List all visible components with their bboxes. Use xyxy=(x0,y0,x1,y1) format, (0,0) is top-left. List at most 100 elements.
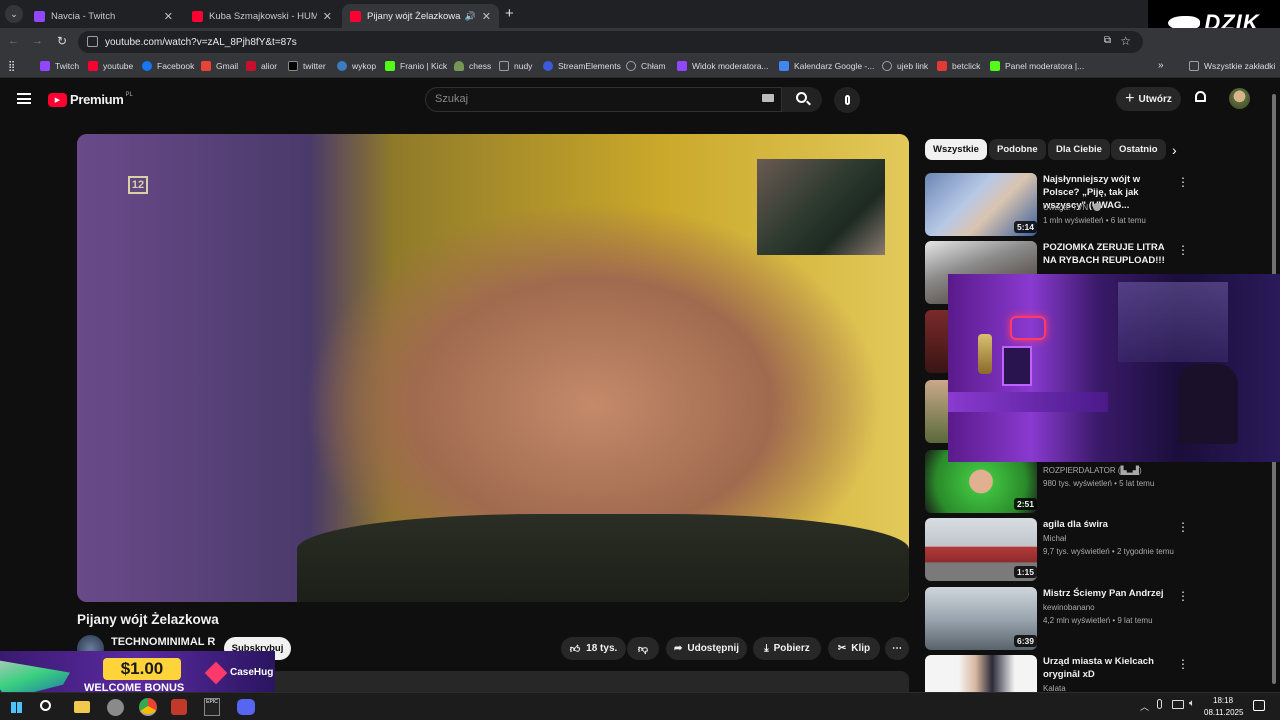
volume-icon[interactable]: 🔈︎ xyxy=(1189,698,1195,709)
bookmark-streamelements[interactable]: StreamElements xyxy=(543,61,621,71)
clock-date[interactable]: 08.11.2025 xyxy=(1204,708,1243,717)
bookmark-chess[interactable]: chess xyxy=(454,61,491,71)
list-item[interactable]: Urząd miasta w Kielcach orygināl xD Kala… xyxy=(925,655,1185,692)
x-icon xyxy=(288,61,298,71)
chip-wszystkie[interactable]: Wszystkie xyxy=(925,139,987,160)
youtube-logo[interactable]: ▶ Premium PL xyxy=(48,92,133,107)
bookmark-kalendarz[interactable]: Kalendarz Google -... xyxy=(779,61,874,71)
tab-humble[interactable]: Kuba Szmajkowski - HUMBLE ( ✕ xyxy=(184,4,340,28)
keyboard-icon[interactable] xyxy=(762,94,774,102)
epic-games-icon[interactable]: EPIC xyxy=(204,698,220,716)
list-item[interactable]: 1:15 agila dla świra Michał 9,7 tys. wyś… xyxy=(925,518,1189,582)
video-player[interactable]: 12 xyxy=(77,134,909,602)
bookmark-chlam[interactable]: Chłam xyxy=(626,61,666,71)
chip-dla-ciebie[interactable]: Dla Ciebie xyxy=(1048,139,1110,160)
like-button[interactable]: 👍︎ 18 tys. xyxy=(561,637,626,660)
avatar[interactable] xyxy=(1229,88,1250,109)
file-explorer-icon[interactable] xyxy=(74,701,90,713)
menu-icon[interactable] xyxy=(17,93,31,104)
more-vert-icon[interactable]: ⋮ xyxy=(1177,520,1189,534)
duration-badge: 5:14 xyxy=(1014,221,1038,233)
bookmark-gmail[interactable]: Gmail xyxy=(201,61,238,71)
more-vert-icon[interactable]: ⋮ xyxy=(1177,175,1189,189)
thumbs-down-icon: 👎︎ xyxy=(637,643,649,655)
bookmark-wykop[interactable]: wykop xyxy=(337,61,376,71)
forward-icon[interactable]: → xyxy=(32,35,43,47)
chevron-right-icon[interactable]: › xyxy=(1172,142,1177,158)
tab-pijany-wojt[interactable]: Pijany wójt Żelazkowa - You 🔊 ✕ xyxy=(342,4,499,28)
bookmark-alior[interactable]: alior xyxy=(246,61,277,71)
video-thumbnail[interactable] xyxy=(925,380,949,443)
download-button[interactable]: ⤓ Pobierz xyxy=(753,637,821,660)
more-actions-button[interactable]: ⋯ xyxy=(885,637,909,660)
search-icon[interactable] xyxy=(40,700,51,711)
chevron-up-icon[interactable]: ︿ xyxy=(1140,700,1149,713)
list-item[interactable]: 6:39 Mistrz Ściemy Pan Andrzej kewinoban… xyxy=(925,587,1189,651)
share-button[interactable]: ➦ Udostępnij xyxy=(666,637,747,660)
chrome-icon[interactable] xyxy=(139,698,157,716)
youtube-play-icon: ▶ xyxy=(48,92,67,107)
bookmark-ujeb-link[interactable]: ujeb link xyxy=(882,61,928,71)
more-bookmarks-icon[interactable]: » xyxy=(1158,60,1164,71)
microphone-icon[interactable] xyxy=(1157,699,1162,709)
reload-icon[interactable]: ↻ xyxy=(57,34,67,48)
search-input[interactable]: Szukaj xyxy=(425,87,782,112)
notifications-icon[interactable] xyxy=(1253,700,1265,711)
close-icon[interactable]: ✕ xyxy=(323,10,332,23)
create-button[interactable]: + Utwórz xyxy=(1116,87,1181,111)
star-icon[interactable]: ☆ xyxy=(1120,34,1131,48)
bookmark-betclick[interactable]: betclick xyxy=(937,61,980,71)
app-icon[interactable] xyxy=(107,699,124,716)
search-button[interactable] xyxy=(782,87,822,112)
all-bookmarks[interactable]: Wszystkie zakładki xyxy=(1189,61,1275,71)
more-icon: ⋯ xyxy=(892,643,902,654)
video-thumbnail[interactable] xyxy=(925,310,949,373)
clip-button[interactable]: ✂ Klip xyxy=(828,637,880,660)
more-vert-icon[interactable]: ⋮ xyxy=(1177,589,1189,603)
more-vert-icon[interactable]: ⋮ xyxy=(1177,243,1189,257)
rec-channel: Kalata xyxy=(1043,684,1066,692)
apps-icon[interactable]: ⣿ xyxy=(8,61,15,72)
omnibox[interactable]: youtube.com/watch?v=zAL_8Pjh8fY&t=87s ⧉ … xyxy=(78,31,1143,53)
notifications-icon[interactable] xyxy=(1194,91,1208,105)
facebook-icon xyxy=(142,61,152,71)
tab-twitch[interactable]: Navcia - Twitch ✕ xyxy=(26,4,181,28)
download-icon: ⤓ xyxy=(764,643,769,654)
cast-icon[interactable]: ⧉ xyxy=(1104,35,1111,46)
chip-podobne[interactable]: Podobne xyxy=(989,139,1046,160)
site-info-icon[interactable] xyxy=(87,36,98,47)
taskbar: EPIC ︿ 🔈︎ 18:18 08.11.2025 xyxy=(0,692,1280,720)
bookmark-twitch[interactable]: Twitch xyxy=(40,61,79,71)
speaker-icon[interactable]: 🔊 xyxy=(465,11,476,22)
bookmark-facebook[interactable]: Facebook xyxy=(142,61,194,71)
chip-ostatnio[interactable]: Ostatnio xyxy=(1111,139,1166,160)
duration-badge: 1:15 xyxy=(1014,566,1038,578)
plus-icon: + xyxy=(1125,90,1135,107)
rec-meta: 1 mln wyświetleń • 6 lat temu xyxy=(1043,216,1146,225)
bookmark-twitter[interactable]: twitter xyxy=(288,61,326,71)
bookmark-kick[interactable]: Franio | Kick xyxy=(385,61,447,71)
dislike-button[interactable]: 👎︎ xyxy=(627,637,659,660)
bookmark-youtube[interactable]: youtube xyxy=(88,61,133,71)
windows-start-icon[interactable] xyxy=(11,702,22,713)
voice-search-button[interactable] xyxy=(834,87,860,113)
channel-name[interactable]: TECHNOMINIMAL R xyxy=(111,636,215,648)
new-tab-button[interactable]: + xyxy=(505,5,514,22)
bookmark-panel-moderatora[interactable]: Panel moderatora |... xyxy=(990,61,1084,71)
video-title: Pijany wójt Żelazkowa xyxy=(77,612,219,627)
bookmark-widok-moderatora[interactable]: Widok moderatora... xyxy=(677,61,769,71)
trophy-shape xyxy=(978,334,992,374)
close-icon[interactable]: ✕ xyxy=(164,10,173,23)
more-vert-icon[interactable]: ⋮ xyxy=(1177,657,1185,671)
clock-time[interactable]: 18:18 xyxy=(1213,696,1233,705)
back-icon[interactable]: ← xyxy=(8,35,19,47)
microphone-icon xyxy=(844,95,850,105)
app-icon[interactable] xyxy=(171,699,187,715)
close-icon[interactable]: ✕ xyxy=(482,10,491,23)
list-item[interactable]: 5:14 Najsłynniejszy wójt w Polsce? „Piję… xyxy=(925,173,1189,237)
bookmark-nudy[interactable]: nudy xyxy=(499,61,532,71)
streamelements-icon xyxy=(543,61,553,71)
network-icon[interactable] xyxy=(1172,700,1184,709)
discord-icon[interactable] xyxy=(237,699,255,715)
tab-list-button[interactable]: ⌄ xyxy=(5,5,23,23)
